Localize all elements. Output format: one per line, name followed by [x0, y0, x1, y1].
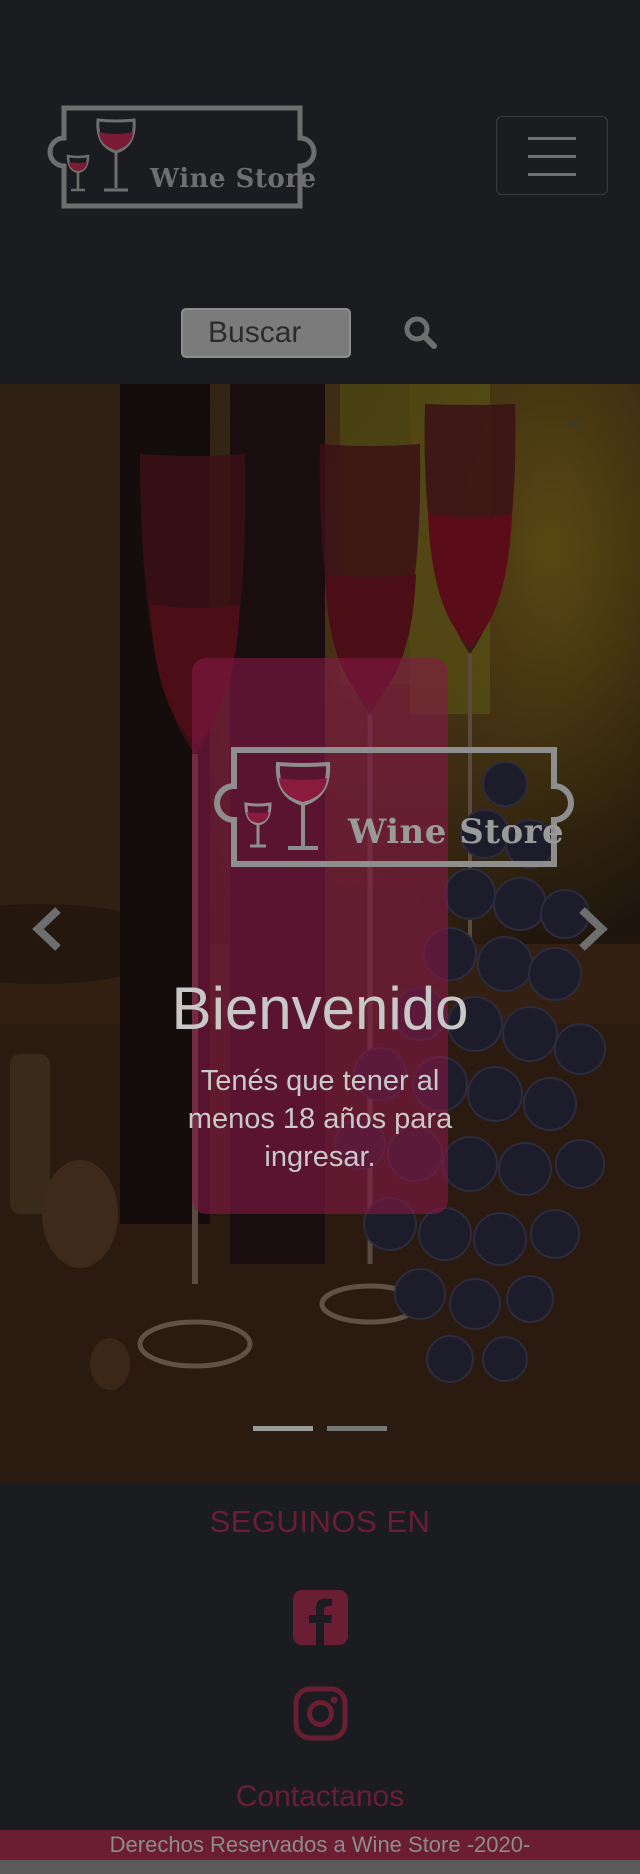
- caption-title: Bienvenido: [171, 975, 469, 1042]
- page: Wine Store Buscar × Wine Store Bienvenid…: [0, 0, 640, 1874]
- instagram-icon[interactable]: [293, 1686, 348, 1741]
- carousel-indicator[interactable]: [253, 1426, 313, 1431]
- chevron-right-icon[interactable]: [572, 904, 612, 954]
- menu-toggle-button[interactable]: [496, 116, 608, 195]
- navbar: Wine Store Buscar: [0, 0, 640, 384]
- social-title: SEGUINOS EN: [209, 1504, 431, 1539]
- social-section: SEGUINOS EN Contactanos: [0, 1484, 640, 1830]
- wine-glass-logo-icon: [47, 105, 317, 209]
- hamburger-icon-bar: [528, 173, 576, 176]
- hamburger-icon-bar: [528, 155, 576, 158]
- chevron-left-icon[interactable]: [28, 904, 68, 954]
- carousel-indicators: [253, 1426, 387, 1432]
- logo-text: Wine Store: [150, 164, 317, 194]
- brand-logo[interactable]: Wine Store: [44, 102, 319, 212]
- hero-carousel: × Wine Store Bienvenido Tenés que tener …: [0, 384, 640, 1484]
- facebook-icon[interactable]: [293, 1590, 348, 1645]
- search-input[interactable]: Buscar: [181, 308, 351, 358]
- footer: Derechos Reservados a Wine Store -2020-: [0, 1830, 640, 1860]
- caption-logo-text: Wine Store: [348, 812, 565, 852]
- carousel-indicator[interactable]: [327, 1426, 387, 1431]
- caption-brand-logo: Wine Store: [208, 742, 578, 872]
- wine-glass-logo-icon: [214, 747, 574, 867]
- close-icon[interactable]: ×: [566, 408, 581, 439]
- hamburger-icon: [528, 137, 576, 140]
- search-icon[interactable]: [402, 314, 438, 350]
- caption-text: Tenés que tener al menos 18 años para in…: [187, 1065, 453, 1173]
- footer-bottom-bar: [0, 1860, 640, 1874]
- contact-link[interactable]: Contactanos: [0, 1780, 640, 1814]
